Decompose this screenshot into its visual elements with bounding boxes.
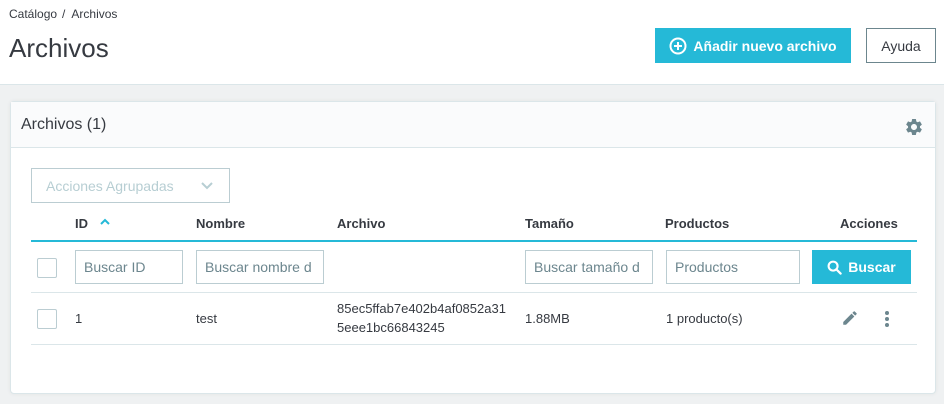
table-row: 1 test 85ec5ffab7e402b4af0852a31 5eee1bc… [31, 293, 917, 345]
files-card: Archivos (1) Acciones Agrupadas ID Nombr… [10, 101, 936, 394]
help-button[interactable]: Ayuda [866, 28, 936, 63]
column-header-size[interactable]: Tamaño [525, 216, 574, 231]
filter-row: Buscar [31, 242, 917, 293]
row-name: test [196, 311, 217, 326]
add-new-file-button[interactable]: Añadir nuevo archivo [655, 28, 851, 63]
search-icon [827, 260, 842, 275]
column-header-actions: Acciones [840, 216, 898, 231]
page-header: Catálogo / Archivos Archivos Añadir nuevo … [0, 0, 944, 85]
row-size: 1.88MB [525, 311, 570, 326]
column-header-name[interactable]: Nombre [196, 216, 245, 231]
search-button-label: Buscar [848, 259, 896, 275]
add-new-file-label: Añadir nuevo archivo [693, 37, 837, 54]
row-id: 1 [75, 311, 83, 326]
chevron-down-icon [201, 182, 213, 190]
row-file-line-1: 85ec5ffab7e402b4af0852a31 [337, 301, 506, 316]
more-vertical-icon[interactable] [882, 309, 892, 329]
search-products-input[interactable] [666, 250, 800, 284]
bulk-actions-dropdown[interactable]: Acciones Agrupadas [31, 168, 230, 203]
breadcrumb-item-catalog[interactable]: Catálogo [9, 7, 57, 21]
search-size-input[interactable] [525, 250, 653, 284]
column-header-id[interactable]: ID [75, 216, 88, 231]
bulk-actions-label: Acciones Agrupadas [46, 177, 174, 194]
select-all-checkbox[interactable] [37, 258, 57, 278]
column-header-products[interactable]: Productos [665, 216, 729, 231]
sort-up-icon[interactable] [99, 217, 111, 227]
table-header: ID Nombre Archivo Tamaño Productos Accio… [31, 204, 917, 242]
search-button[interactable]: Buscar [812, 250, 911, 284]
row-file: 85ec5ffab7e402b4af0852a31 5eee1bc6684324… [337, 299, 506, 337]
card-title: Archivos (1) [21, 116, 107, 133]
breadcrumb: Catálogo / Archivos [9, 7, 117, 21]
plus-circle-icon [669, 37, 687, 54]
row-checkbox[interactable] [37, 309, 57, 329]
breadcrumb-item-files[interactable]: Archivos [71, 7, 117, 21]
search-name-input[interactable] [196, 250, 324, 284]
card-header: Archivos (1) [11, 102, 935, 148]
search-id-input[interactable] [75, 250, 183, 284]
breadcrumb-separator: / [62, 7, 66, 21]
column-header-file[interactable]: Archivo [337, 216, 385, 231]
pencil-icon[interactable] [841, 309, 859, 327]
row-file-line-2: 5eee1bc66843245 [337, 320, 445, 335]
page-title: Archivos [9, 33, 109, 63]
row-products: 1 producto(s) [666, 311, 743, 326]
files-table: ID Nombre Archivo Tamaño Productos Accio… [31, 204, 917, 345]
gear-icon[interactable] [904, 117, 924, 137]
